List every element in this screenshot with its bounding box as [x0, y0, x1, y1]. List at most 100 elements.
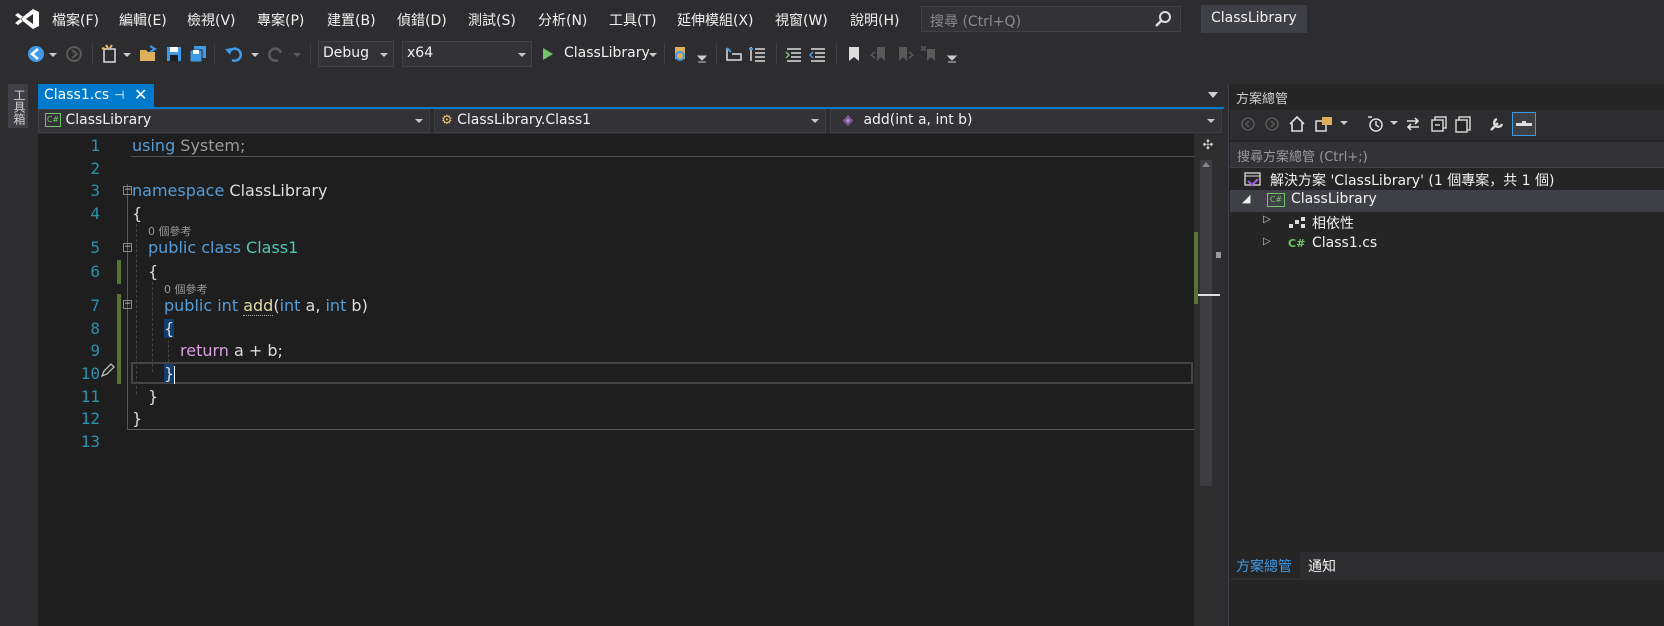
csharp-project-icon: C#: [45, 113, 61, 127]
bookmark-icon[interactable]: [844, 44, 864, 64]
toolbar-overflow-icon[interactable]: [946, 44, 958, 64]
tabs-overflow-chevron-icon[interactable]: [1208, 92, 1218, 98]
next-bookmark-icon[interactable]: [894, 44, 914, 64]
new-project-icon[interactable]: [100, 44, 120, 64]
toolbar-separator: [664, 44, 665, 64]
redo-icon[interactable]: [266, 44, 286, 64]
tab-solution-explorer[interactable]: 方案總管: [1230, 552, 1300, 578]
new-dropdown-icon[interactable]: [122, 44, 132, 64]
tab-notifications[interactable]: 通知: [1304, 552, 1340, 580]
toolbox-tab[interactable]: 工具箱: [8, 84, 28, 128]
tab-class1-cs[interactable]: Class1.cs ⊣ ✕: [38, 84, 154, 108]
editor-vertical-scrollbar[interactable]: [1194, 134, 1222, 626]
codelens-references[interactable]: 0 個參考: [164, 281, 208, 297]
open-folder-icon[interactable]: [138, 44, 158, 64]
split-window-icon[interactable]: ✣: [1200, 138, 1216, 154]
start-debug-play-icon[interactable]: [540, 44, 556, 64]
home-icon[interactable]: [1288, 115, 1306, 133]
nav-project-select[interactable]: C# ClassLibrary: [38, 109, 430, 133]
tree-item-class1-cs[interactable]: Class1.cs: [1312, 235, 1377, 251]
tab-label: Class1.cs: [44, 87, 110, 103]
undo-dropdown-icon[interactable]: [250, 44, 260, 64]
menu-analyze[interactable]: 分析(N): [538, 10, 587, 30]
menu-project[interactable]: 專案(P): [257, 10, 304, 30]
previous-bookmark-icon[interactable]: [870, 44, 890, 64]
line-number: 10: [80, 364, 100, 383]
redo-dropdown-icon[interactable]: [292, 44, 302, 64]
collapsed-arrow-icon[interactable]: ▷: [1263, 236, 1271, 247]
comment-lines-icon[interactable]: [784, 44, 804, 64]
code-line-6: {: [148, 262, 158, 281]
toolbox-strip: [0, 70, 38, 626]
menu-test[interactable]: 測試(S): [468, 10, 516, 30]
keyword-public: public: [164, 296, 213, 315]
nav-class-label: ClassLibrary.Class1: [457, 112, 592, 128]
collapse-class-icon[interactable]: −: [123, 243, 132, 252]
navigate-forward-icon[interactable]: [64, 44, 84, 64]
code-line-10: }: [164, 364, 176, 384]
tree-item-dependencies[interactable]: 相依性: [1312, 213, 1354, 233]
nav-class-select[interactable]: ⚙ ClassLibrary.Class1: [434, 109, 826, 133]
pin-icon[interactable]: ⊣: [114, 88, 124, 102]
quick-launch-search[interactable]: 搜尋 (Ctrl+Q): [921, 6, 1181, 32]
menu-view[interactable]: 檢視(V): [187, 10, 236, 30]
solution-configuration-select[interactable]: Debug: [318, 41, 394, 67]
tree-item-solution[interactable]: 解決方案 'ClassLibrary' (1 個專案，共 1 個): [1270, 170, 1554, 190]
menu-window[interactable]: 視窗(W): [775, 10, 828, 30]
method-name: add: [243, 296, 274, 316]
forward-icon[interactable]: [1264, 116, 1280, 132]
chevron-down-icon: [811, 119, 819, 123]
chevron-down-icon[interactable]: [1390, 118, 1398, 128]
indent-guide: [168, 340, 169, 362]
undo-icon[interactable]: [224, 44, 244, 64]
back-dropdown-icon[interactable]: [48, 44, 58, 64]
menu-debug[interactable]: 偵錯(D): [397, 10, 447, 30]
outline-icon[interactable]: [748, 44, 768, 64]
sync-active-document-icon[interactable]: [1404, 115, 1422, 133]
menu-edit[interactable]: 編輯(E): [119, 10, 167, 30]
scrollbar-track[interactable]: [1200, 160, 1212, 486]
nav-member-select[interactable]: ◈ add(int a, int b): [830, 109, 1222, 133]
collapsed-arrow-icon[interactable]: ▷: [1263, 214, 1271, 225]
save-icon[interactable]: [164, 44, 184, 64]
collapse-method-icon[interactable]: −: [123, 300, 132, 309]
scroll-change-marker: [1194, 232, 1198, 304]
collapse-namespace-icon[interactable]: −: [123, 186, 132, 195]
expanded-arrow-icon[interactable]: ◢: [1242, 192, 1250, 205]
toolbar-overflow-icon[interactable]: [696, 44, 708, 64]
save-all-icon[interactable]: [188, 44, 208, 64]
menu-help[interactable]: 說明(H): [850, 10, 899, 30]
properties-wrench-icon[interactable]: [1488, 115, 1506, 133]
dependencies-icon: [1289, 217, 1305, 228]
solution-platform-select[interactable]: x64: [402, 41, 532, 67]
solution-title-badge: ClassLibrary: [1201, 5, 1307, 33]
close-icon[interactable]: ✕: [134, 85, 147, 104]
navigate-back-icon[interactable]: [26, 44, 46, 64]
scroll-up-icon[interactable]: [1202, 162, 1210, 167]
visual-studio-logo-icon[interactable]: [14, 8, 40, 30]
find-in-files-icon[interactable]: [672, 44, 692, 64]
tree-item-project[interactable]: ClassLibrary: [1291, 191, 1377, 207]
solution-explorer-search[interactable]: 搜尋方案總管 (Ctrl+;): [1230, 142, 1664, 168]
clear-bookmarks-icon[interactable]: [920, 44, 940, 64]
switch-views-icon[interactable]: [1314, 115, 1334, 133]
line-number: 5: [90, 238, 100, 257]
start-dropdown-icon[interactable]: [648, 44, 658, 64]
toolbar-separator: [214, 44, 215, 64]
uncomment-lines-icon[interactable]: [808, 44, 828, 64]
chevron-down-icon[interactable]: [1340, 118, 1348, 128]
menu-tools[interactable]: 工具(T): [609, 10, 656, 30]
show-all-files-icon[interactable]: [1454, 115, 1472, 133]
preview-selected-items-button[interactable]: [1512, 112, 1536, 136]
back-icon[interactable]: [1240, 116, 1256, 132]
menu-extensions[interactable]: 延伸模組(X): [677, 10, 754, 30]
menu-build[interactable]: 建置(B): [327, 10, 376, 30]
method-icon: ◈: [843, 113, 853, 128]
codelens-references[interactable]: 0 個參考: [148, 223, 192, 239]
menu-file[interactable]: 檔案(F): [52, 10, 99, 30]
start-button-label[interactable]: ClassLibrary: [564, 45, 650, 61]
collapse-all-icon[interactable]: [1430, 115, 1448, 133]
pending-changes-filter-icon[interactable]: [1366, 115, 1386, 133]
nav-member-label: add(int a, int b): [863, 112, 973, 128]
step-over-icon[interactable]: [724, 44, 744, 64]
